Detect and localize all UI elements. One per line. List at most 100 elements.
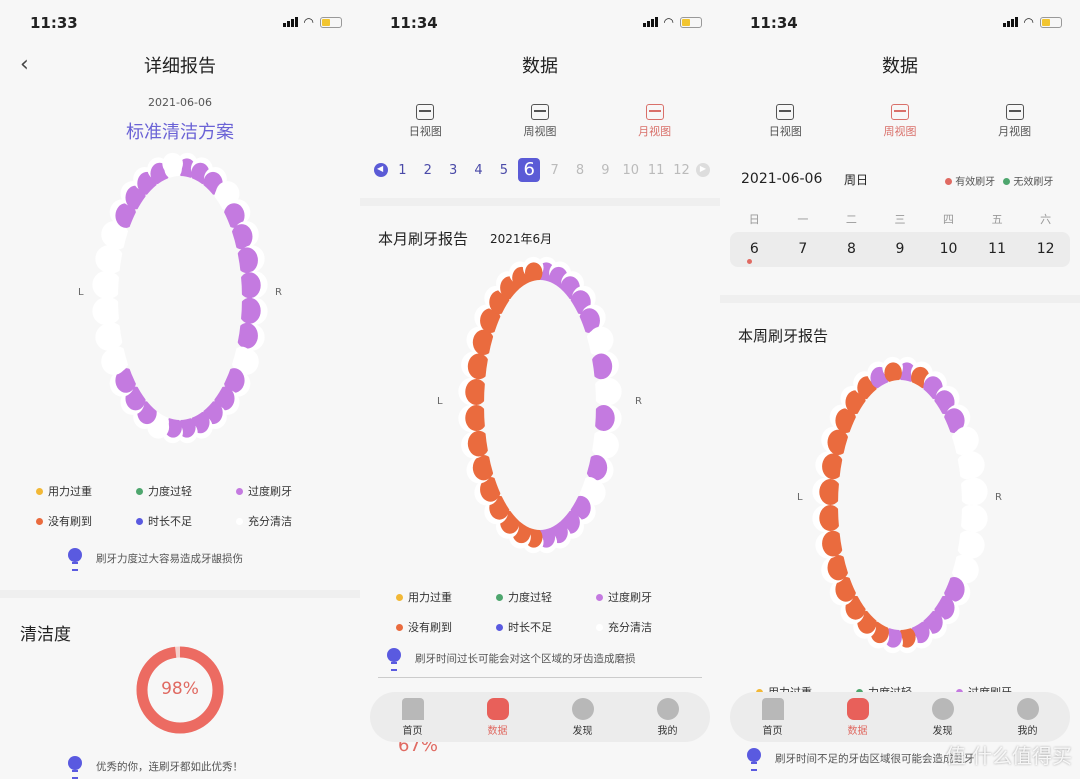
month-3[interactable]: 3 [442,163,464,178]
bottom-tab-bar: 首页 数据 发现 我的 [730,692,1070,742]
status-icons: ◠ [1002,15,1062,29]
detail-report-screen: 11:33 ◠ ‹ 详细报告 2021-06-06 标准清洁方案 L R 用力过… [0,0,360,779]
next-month-button: ▶ [695,163,710,177]
legend-dot [36,517,43,525]
day-8[interactable]: 8 [831,241,871,257]
legend-dot [36,487,43,495]
view-tab-1[interactable]: 周视图 [883,104,916,139]
tab-label: 数据 [847,725,868,737]
data-week-screen: 11:34 ◠ 数据 日视图 周视图 月视图 2021-06-06 周日 有效刷牙 … [720,0,1080,779]
tip-text: 优秀的你，连刷牙都如此优秀！ [96,760,243,773]
weekday-label: 四 [943,213,955,226]
plan-name: 标准清洁方案 [126,122,234,143]
view-tab-0[interactable]: 日视图 [409,104,442,139]
tab-label: 首页 [402,725,423,737]
bottom-tab-bar: 首页 数据 发现 我的 [370,692,710,742]
legend: 用力过重 力度过轻 过度刷牙没有刷到 时长不足 充分清洁 [36,483,336,529]
battery-icon [1040,16,1062,28]
legend-label: 充分清洁 [608,621,652,634]
tab-profile[interactable]: 我的 [1016,697,1039,737]
home-icon [761,697,784,720]
day-9[interactable]: 9 [880,241,920,257]
month-11: 11 [647,162,665,178]
day-7[interactable]: 7 [783,241,823,257]
month-1[interactable]: 1 [391,163,413,178]
status-icons: ◠ [282,15,342,29]
month-selector: ◀ 1 2 3 4 5 6 7 8 9 10 11 12 ▶ [374,158,710,182]
wifi-icon: ◠ [303,15,314,29]
view-tabs: 日视图 周视图 月视图 [360,104,720,139]
day-12[interactable]: 12 [1026,241,1066,257]
month-6[interactable]: 6 [518,158,541,182]
clean-value: 98% [161,679,199,699]
data-icon [486,697,509,720]
calendar-icon [645,104,664,120]
legend-label: 力度过轻 [508,591,552,604]
mouth-inner [838,380,962,630]
tip: 刷牙时间不足的牙齿区域很可能会造成蛀牙 [747,748,975,771]
month-2[interactable]: 2 [417,163,439,178]
lightbulb-icon [387,648,401,671]
watermark: 值 什么值得买 [945,744,1072,768]
tab-profile[interactable]: 我的 [656,697,679,737]
weekday-header: 日一二三四五六 [730,211,1070,227]
wifi-icon: ◠ [663,15,674,29]
calendar-icon [416,104,435,120]
view-tab-1[interactable]: 周视图 [523,104,556,139]
legend-label: 用力过重 [48,485,92,498]
weekday-label: 六 [1040,213,1052,226]
legend-item: 时长不足 [136,513,236,529]
tab-home[interactable]: 首页 [761,697,784,737]
view-tab-label: 月视图 [998,125,1032,138]
calendar-icon [776,104,795,120]
month-4[interactable]: 4 [468,163,490,178]
view-tab-0[interactable]: 日视图 [769,104,802,139]
view-tab-2[interactable]: 月视图 [638,104,671,139]
selected-weekday: 周日 [844,173,869,187]
tab-label: 数据 [487,725,508,737]
legend-item: 没有刷到 [396,619,496,635]
day-10[interactable]: 10 [929,241,969,257]
legend-dot [496,623,503,631]
legend-item: 充分清洁 [596,619,696,635]
tip-text: 刷牙时间不足的牙齿区域很可能会造成蛀牙 [775,752,975,765]
legend-label: 充分清洁 [248,515,292,528]
weekday-label: 五 [991,213,1003,226]
month-5[interactable]: 5 [493,163,515,178]
profile-icon [1016,697,1039,720]
month-8: 8 [575,162,585,178]
right-label: R [635,396,642,407]
report-title: 本月刷牙报告 [378,230,469,248]
discover-icon [571,697,594,720]
status-icons: ◠ [642,15,702,29]
legend-label: 没有刷到 [48,515,92,528]
teeth-diagram [92,152,268,444]
tab-discover[interactable]: 发现 [931,697,954,737]
tab-label: 发现 [572,725,593,737]
view-tabs: 日视图 周视图 月视图 [720,104,1080,139]
lightbulb-icon [747,748,761,771]
day-6[interactable]: 6 [734,241,774,257]
legend-dot [596,623,603,631]
day-11[interactable]: 11 [977,241,1017,257]
prev-month-button[interactable]: ◀ [374,163,388,177]
status-time: 11:34 [390,14,438,32]
legend-label: 过度刷牙 [608,591,652,604]
calendar-icon [1005,104,1024,120]
legend-item: 用力过重 [396,589,496,605]
lightbulb-icon [68,756,82,779]
tab-label: 我的 [1017,725,1038,737]
view-tab-2[interactable]: 月视图 [998,104,1031,139]
tab-data[interactable]: 数据 [486,697,509,737]
tab-data[interactable]: 数据 [846,697,869,737]
tab-label: 发现 [932,725,953,737]
mouth-inner [484,280,596,530]
legend-dot [596,593,603,601]
tab-discover[interactable]: 发现 [571,697,594,737]
status-time: 11:33 [30,14,78,32]
legend-label: 用力过重 [408,591,452,604]
tooth [884,362,902,383]
tab-home[interactable]: 首页 [401,697,424,737]
invalid-dot [1003,178,1011,185]
profile-icon [656,697,679,720]
